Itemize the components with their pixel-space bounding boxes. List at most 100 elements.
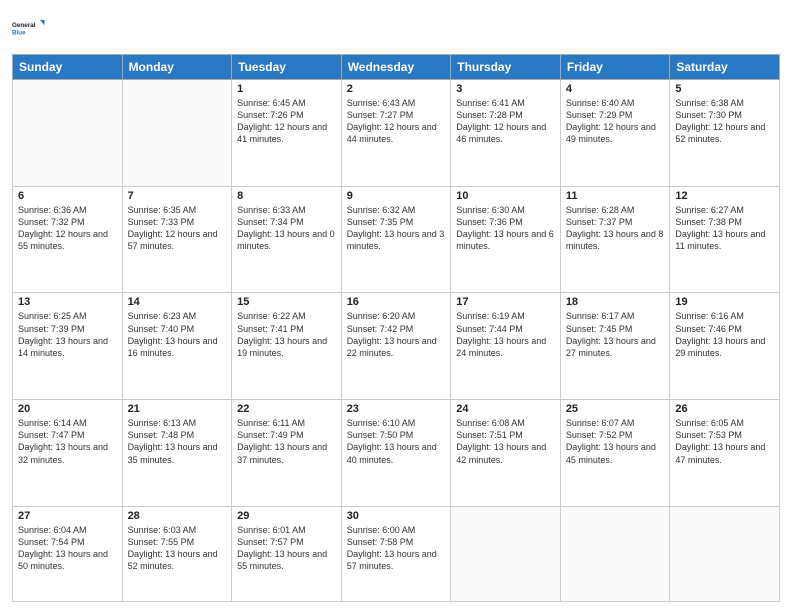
svg-text:General: General — [12, 22, 36, 29]
day-header-thursday: Thursday — [451, 55, 561, 80]
cell-info: Sunrise: 6:30 AM Sunset: 7:36 PM Dayligh… — [456, 204, 555, 253]
day-number: 23 — [347, 403, 446, 415]
day-number: 12 — [675, 190, 774, 202]
cell-info: Sunrise: 6:33 AM Sunset: 7:34 PM Dayligh… — [237, 204, 336, 253]
day-number: 16 — [347, 296, 446, 308]
day-number: 14 — [128, 296, 227, 308]
cell-info: Sunrise: 6:19 AM Sunset: 7:44 PM Dayligh… — [456, 310, 555, 359]
calendar-cell: 20 Sunrise: 6:14 AM Sunset: 7:47 PM Dayli… — [13, 400, 123, 507]
calendar-cell — [13, 80, 123, 187]
day-number: 27 — [18, 510, 117, 522]
day-number: 2 — [347, 83, 446, 95]
day-number: 18 — [566, 296, 665, 308]
calendar-cell: 21 Sunrise: 6:13 AM Sunset: 7:48 PM Dayli… — [122, 400, 232, 507]
cell-info: Sunrise: 6:00 AM Sunset: 7:58 PM Dayligh… — [347, 524, 446, 573]
day-number: 11 — [566, 190, 665, 202]
day-header-friday: Friday — [560, 55, 670, 80]
calendar-cell: 5 Sunrise: 6:38 AM Sunset: 7:30 PM Daylig… — [670, 80, 780, 187]
calendar-cell: 16 Sunrise: 6:20 AM Sunset: 7:42 PM Dayli… — [341, 293, 451, 400]
calendar-cell: 1Sunrise: 6:45 AM Sunset: 7:26 PM Daylig… — [232, 80, 342, 187]
calendar-cell: 14 Sunrise: 6:23 AM Sunset: 7:40 PM Dayli… — [122, 293, 232, 400]
calendar-cell: 26 Sunrise: 6:05 AM Sunset: 7:53 PM Dayli… — [670, 400, 780, 507]
day-number: 17 — [456, 296, 555, 308]
day-header-sunday: Sunday — [13, 55, 123, 80]
day-header-saturday: Saturday — [670, 55, 780, 80]
calendar-cell: 13 Sunrise: 6:25 AM Sunset: 7:39 PM Dayli… — [13, 293, 123, 400]
cell-info: Sunrise: 6:08 AM Sunset: 7:51 PM Dayligh… — [456, 417, 555, 466]
day-number: 29 — [237, 510, 336, 522]
calendar-cell: 12 Sunrise: 6:27 AM Sunset: 7:38 PM Dayli… — [670, 186, 780, 293]
page: GeneralBlue SundayMondayTuesdayWednesday… — [0, 0, 792, 612]
cell-info: Sunrise: 6:05 AM Sunset: 7:53 PM Dayligh… — [675, 417, 774, 466]
cell-info: Sunrise: 6:38 AM Sunset: 7:30 PM Dayligh… — [675, 97, 774, 146]
cell-info: Sunrise: 6:32 AM Sunset: 7:35 PM Dayligh… — [347, 204, 446, 253]
day-number: 8 — [237, 190, 336, 202]
cell-info: Sunrise: 6:22 AM Sunset: 7:41 PM Dayligh… — [237, 310, 336, 359]
calendar-cell: 29Sunrise: 6:01 AM Sunset: 7:57 PM Dayli… — [232, 506, 342, 601]
calendar-cell: 23 Sunrise: 6:10 AM Sunset: 7:50 PM Dayli… — [341, 400, 451, 507]
day-number: 25 — [566, 403, 665, 415]
day-number: 20 — [18, 403, 117, 415]
calendar-cell: 22Sunrise: 6:11 AM Sunset: 7:49 PM Dayli… — [232, 400, 342, 507]
day-number: 5 — [675, 83, 774, 95]
cell-info: Sunrise: 6:36 AM Sunset: 7:32 PM Dayligh… — [18, 204, 117, 253]
calendar-cell: 2 Sunrise: 6:43 AM Sunset: 7:27 PM Daylig… — [341, 80, 451, 187]
day-number: 26 — [675, 403, 774, 415]
day-number: 7 — [128, 190, 227, 202]
day-number: 30 — [347, 510, 446, 522]
day-number: 13 — [18, 296, 117, 308]
cell-info: Sunrise: 6:17 AM Sunset: 7:45 PM Dayligh… — [566, 310, 665, 359]
calendar-cell: 11 Sunrise: 6:28 AM Sunset: 7:37 PM Dayli… — [560, 186, 670, 293]
day-number: 9 — [347, 190, 446, 202]
cell-info: Sunrise: 6:43 AM Sunset: 7:27 PM Dayligh… — [347, 97, 446, 146]
header: GeneralBlue — [12, 10, 780, 46]
day-header-wednesday: Wednesday — [341, 55, 451, 80]
cell-info: Sunrise: 6:28 AM Sunset: 7:37 PM Dayligh… — [566, 204, 665, 253]
cell-info: Sunrise: 6:10 AM Sunset: 7:50 PM Dayligh… — [347, 417, 446, 466]
calendar-cell: 15 Sunrise: 6:22 AM Sunset: 7:41 PM Dayli… — [232, 293, 342, 400]
calendar-cell: 8 Sunrise: 6:33 AM Sunset: 7:34 PM Daylig… — [232, 186, 342, 293]
calendar-cell: 27Sunrise: 6:04 AM Sunset: 7:54 PM Dayli… — [13, 506, 123, 601]
cell-info: Sunrise: 6:16 AM Sunset: 7:46 PM Dayligh… — [675, 310, 774, 359]
cell-info: Sunrise: 6:23 AM Sunset: 7:40 PM Dayligh… — [128, 310, 227, 359]
day-number: 21 — [128, 403, 227, 415]
day-number: 15 — [237, 296, 336, 308]
cell-info: Sunrise: 6:35 AM Sunset: 7:33 PM Dayligh… — [128, 204, 227, 253]
logo: GeneralBlue — [12, 10, 48, 46]
calendar-cell: 10Sunrise: 6:30 AM Sunset: 7:36 PM Dayli… — [451, 186, 561, 293]
day-number: 6 — [18, 190, 117, 202]
day-header-monday: Monday — [122, 55, 232, 80]
cell-info: Sunrise: 6:27 AM Sunset: 7:38 PM Dayligh… — [675, 204, 774, 253]
cell-info: Sunrise: 6:13 AM Sunset: 7:48 PM Dayligh… — [128, 417, 227, 466]
calendar-cell — [451, 506, 561, 601]
day-number: 3 — [456, 83, 555, 95]
calendar-cell: 30 Sunrise: 6:00 AM Sunset: 7:58 PM Dayli… — [341, 506, 451, 601]
calendar-cell: 4 Sunrise: 6:40 AM Sunset: 7:29 PM Daylig… — [560, 80, 670, 187]
cell-info: Sunrise: 6:14 AM Sunset: 7:47 PM Dayligh… — [18, 417, 117, 466]
calendar-cell: 25 Sunrise: 6:07 AM Sunset: 7:52 PM Dayli… — [560, 400, 670, 507]
day-number: 24 — [456, 403, 555, 415]
calendar-cell: 24 Sunrise: 6:08 AM Sunset: 7:51 PM Dayli… — [451, 400, 561, 507]
day-header-tuesday: Tuesday — [232, 55, 342, 80]
day-number: 4 — [566, 83, 665, 95]
calendar-cell: 18 Sunrise: 6:17 AM Sunset: 7:45 PM Dayli… — [560, 293, 670, 400]
cell-info: Sunrise: 6:07 AM Sunset: 7:52 PM Dayligh… — [566, 417, 665, 466]
day-number: 19 — [675, 296, 774, 308]
calendar-cell: 3 Sunrise: 6:41 AM Sunset: 7:28 PM Daylig… — [451, 80, 561, 187]
day-number: 1 — [237, 83, 336, 95]
calendar-cell: 6 Sunrise: 6:36 AM Sunset: 7:32 PM Daylig… — [13, 186, 123, 293]
day-number: 28 — [128, 510, 227, 522]
cell-info: Sunrise: 6:11 AM Sunset: 7:49 PM Dayligh… — [237, 417, 336, 466]
calendar-cell — [560, 506, 670, 601]
cell-info: Sunrise: 6:03 AM Sunset: 7:55 PM Dayligh… — [128, 524, 227, 573]
cell-info: Sunrise: 6:20 AM Sunset: 7:42 PM Dayligh… — [347, 310, 446, 359]
calendar-table: SundayMondayTuesdayWednesdayThursdayFrid… — [12, 54, 780, 602]
cell-info: Sunrise: 6:40 AM Sunset: 7:29 PM Dayligh… — [566, 97, 665, 146]
calendar-cell: 17 Sunrise: 6:19 AM Sunset: 7:44 PM Dayli… — [451, 293, 561, 400]
calendar-cell: 9 Sunrise: 6:32 AM Sunset: 7:35 PM Daylig… — [341, 186, 451, 293]
logo-icon: GeneralBlue — [12, 10, 48, 46]
cell-info: Sunrise: 6:25 AM Sunset: 7:39 PM Dayligh… — [18, 310, 117, 359]
svg-text:Blue: Blue — [12, 29, 26, 36]
calendar-cell — [122, 80, 232, 187]
cell-info: Sunrise: 6:41 AM Sunset: 7:28 PM Dayligh… — [456, 97, 555, 146]
